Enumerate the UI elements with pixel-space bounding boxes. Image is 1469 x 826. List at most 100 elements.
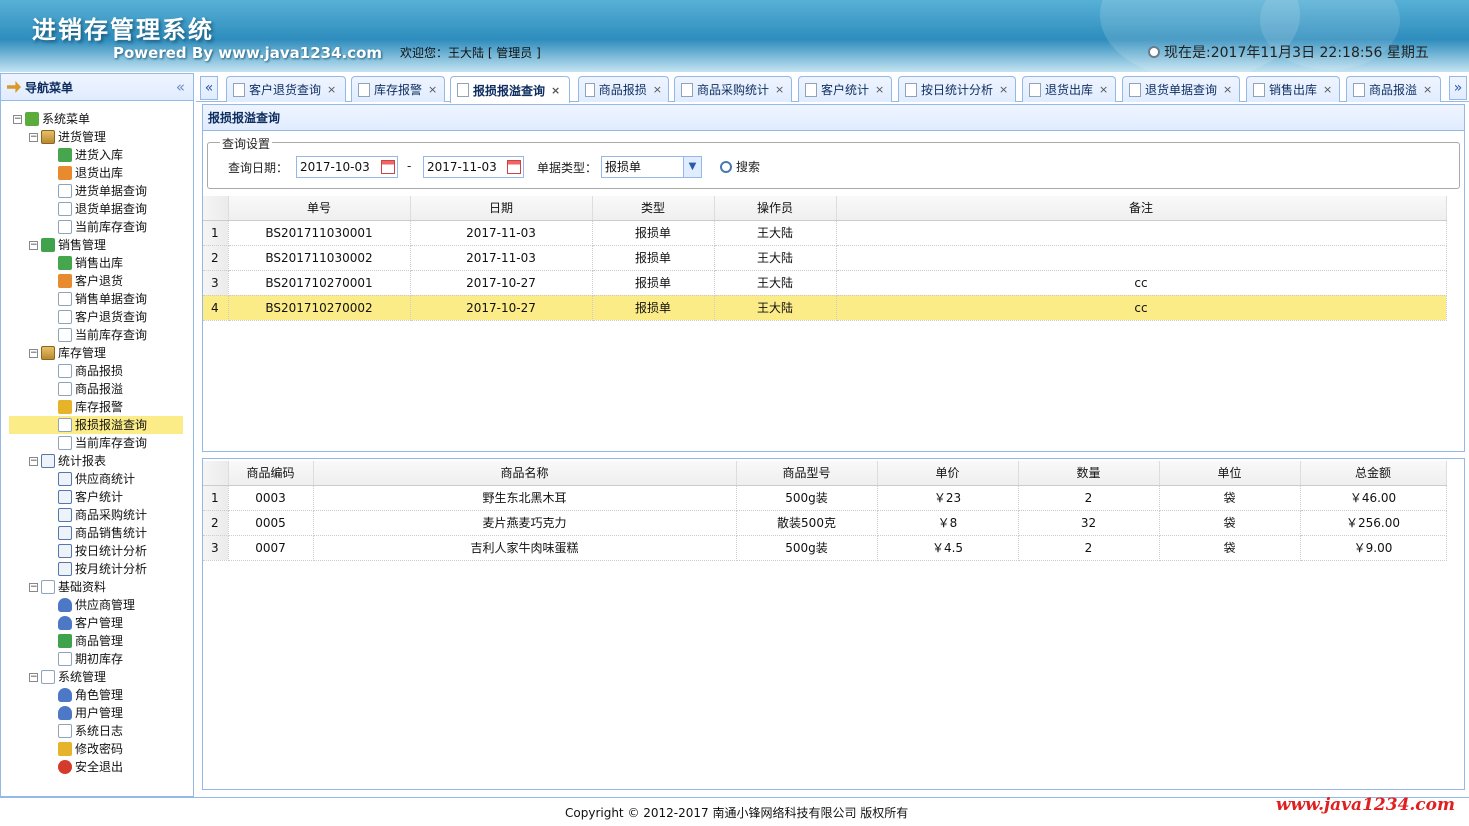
- menu-item[interactable]: 库存报警: [1, 398, 193, 416]
- column-header[interactable]: 数量: [1018, 461, 1160, 486]
- chevron-down-icon[interactable]: ▼: [683, 157, 701, 177]
- tab-page-icon: [1129, 82, 1141, 97]
- menu-item[interactable]: 系统日志: [1, 722, 193, 740]
- table-row[interactable]: 1 0003 野生东北黑木耳 500g装 ￥23 2 袋 ￥46.00: [203, 485, 1447, 511]
- column-header[interactable]: 商品编码: [228, 461, 314, 486]
- menu-root[interactable]: − 系统菜单: [1, 110, 193, 128]
- sidebar-collapse-button[interactable]: «: [176, 78, 185, 96]
- tab-scroll-right-button[interactable]: »: [1449, 76, 1467, 100]
- date-from-field[interactable]: 2017-10-03: [296, 156, 398, 178]
- menu-item-label: 商品报损: [75, 364, 124, 378]
- close-icon[interactable]: ×: [1423, 83, 1432, 96]
- tab-9[interactable]: 退货单据查询 ×: [1122, 76, 1240, 102]
- column-header[interactable]: 总金额: [1300, 461, 1447, 486]
- close-icon[interactable]: ×: [653, 83, 662, 96]
- bill-type-select[interactable]: 报损单 ▼: [601, 156, 702, 178]
- calendar-icon[interactable]: [507, 160, 521, 174]
- menu-item[interactable]: 销售出库: [1, 254, 193, 272]
- column-header[interactable]: 单价: [877, 461, 1019, 486]
- menu-item[interactable]: 按日统计分析: [1, 542, 193, 560]
- tab-page-icon: [457, 83, 469, 97]
- collapse-toggle[interactable]: −: [29, 348, 38, 358]
- menu-item[interactable]: 商品销售统计: [1, 524, 193, 542]
- menu-item[interactable]: 商品管理: [1, 632, 193, 650]
- tab-scroll-left-button[interactable]: «: [200, 76, 218, 100]
- menu-item[interactable]: 按月统计分析: [1, 560, 193, 578]
- close-icon[interactable]: ×: [428, 83, 437, 96]
- collapse-toggle[interactable]: −: [29, 582, 38, 592]
- menu-item[interactable]: 进货单据查询: [1, 182, 193, 200]
- tab-4[interactable]: 商品报损 ×: [578, 76, 669, 102]
- menu-group[interactable]: − 基础资料: [1, 578, 193, 596]
- menu-item[interactable]: 客户统计: [1, 488, 193, 506]
- menu-item[interactable]: 当前库存查询: [1, 218, 193, 236]
- table-row[interactable]: 4 BS201710270002 2017-10-27 报损单 王大陆 cc: [203, 295, 1447, 321]
- column-header[interactable]: 商品型号: [736, 461, 878, 486]
- row-number: 1: [203, 485, 229, 511]
- close-icon[interactable]: ×: [1323, 83, 1332, 96]
- menu-group[interactable]: − 统计报表: [1, 452, 193, 470]
- collapse-toggle[interactable]: −: [29, 456, 38, 466]
- column-header[interactable]: 操作员: [714, 196, 837, 221]
- tab-8[interactable]: 退货出库 ×: [1022, 76, 1116, 102]
- menu-item[interactable]: 供应商管理: [1, 596, 193, 614]
- close-icon[interactable]: ×: [999, 83, 1008, 96]
- tab-3[interactable]: 报损报溢查询 ×: [450, 76, 570, 103]
- column-header[interactable]: 商品名称: [313, 461, 737, 486]
- tab-7[interactable]: 按日统计分析 ×: [898, 76, 1016, 102]
- menu-item[interactable]: 商品报溢: [1, 380, 193, 398]
- menu-item[interactable]: 退货单据查询: [1, 200, 193, 218]
- table-row[interactable]: 2 0005 麦片燕麦巧克力 散装500克 ￥8 32 袋 ￥256.00: [203, 510, 1447, 536]
- column-header[interactable]: 日期: [410, 196, 593, 221]
- menu-item[interactable]: 安全退出: [1, 758, 193, 776]
- menu-item[interactable]: 角色管理: [1, 686, 193, 704]
- menu-item[interactable]: 客户管理: [1, 614, 193, 632]
- menu-item[interactable]: 销售单据查询: [1, 290, 193, 308]
- column-header[interactable]: 单位: [1159, 461, 1301, 486]
- collapse-toggle[interactable]: −: [13, 114, 22, 124]
- date-to-field[interactable]: 2017-11-03: [423, 156, 524, 178]
- menu-item[interactable]: 修改密码: [1, 740, 193, 758]
- close-icon[interactable]: ×: [1223, 83, 1232, 96]
- close-icon[interactable]: ×: [327, 83, 336, 96]
- search-button[interactable]: 搜索: [720, 158, 760, 175]
- collapse-toggle[interactable]: −: [29, 672, 38, 682]
- table-row[interactable]: 1 BS201711030001 2017-11-03 报损单 王大陆: [203, 220, 1447, 246]
- menu-item[interactable]: 当前库存查询: [1, 326, 193, 344]
- table-row[interactable]: 2 BS201711030002 2017-11-03 报损单 王大陆: [203, 245, 1447, 271]
- close-icon[interactable]: ×: [875, 83, 884, 96]
- menu-item[interactable]: 供应商统计: [1, 470, 193, 488]
- menu-item[interactable]: 商品采购统计: [1, 506, 193, 524]
- tab-6[interactable]: 客户统计 ×: [798, 76, 892, 102]
- tab-5[interactable]: 商品采购统计 ×: [674, 76, 792, 102]
- menu-item[interactable]: 客户退货: [1, 272, 193, 290]
- menu-item[interactable]: 客户退货查询: [1, 308, 193, 326]
- close-icon[interactable]: ×: [1099, 83, 1108, 96]
- column-header[interactable]: 单号: [228, 196, 411, 221]
- menu-item[interactable]: 用户管理: [1, 704, 193, 722]
- calendar-icon[interactable]: [381, 160, 395, 174]
- menu-item[interactable]: 报损报溢查询: [9, 416, 183, 434]
- tab-2[interactable]: 库存报警 ×: [351, 76, 445, 102]
- column-header[interactable]: 类型: [592, 196, 715, 221]
- table-row[interactable]: 3 0007 吉利人家牛肉味蛋糕 500g装 ￥4.5 2 袋 ￥9.00: [203, 535, 1447, 561]
- close-icon[interactable]: ×: [551, 84, 560, 97]
- collapse-toggle[interactable]: −: [29, 240, 38, 250]
- collapse-toggle[interactable]: −: [29, 132, 38, 142]
- menu-item[interactable]: 商品报损: [1, 362, 193, 380]
- tab-10[interactable]: 销售出库 ×: [1246, 76, 1340, 102]
- menu-item[interactable]: 进货入库: [1, 146, 193, 164]
- menu-item[interactable]: 当前库存查询: [1, 434, 193, 452]
- menu-item[interactable]: 退货出库: [1, 164, 193, 182]
- menu-group[interactable]: − 进货管理: [1, 128, 193, 146]
- close-icon[interactable]: ×: [775, 83, 784, 96]
- tab-1[interactable]: 客户退货查询 ×: [226, 76, 346, 102]
- menu-group[interactable]: − 库存管理: [1, 344, 193, 362]
- puzzle-icon: [25, 112, 39, 126]
- menu-group[interactable]: − 系统管理: [1, 668, 193, 686]
- menu-group[interactable]: − 销售管理: [1, 236, 193, 254]
- menu-item[interactable]: 期初库存: [1, 650, 193, 668]
- table-row[interactable]: 3 BS201710270001 2017-10-27 报损单 王大陆 cc: [203, 270, 1447, 296]
- column-header[interactable]: 备注: [836, 196, 1447, 221]
- tab-11[interactable]: 商品报溢 ×: [1346, 76, 1441, 102]
